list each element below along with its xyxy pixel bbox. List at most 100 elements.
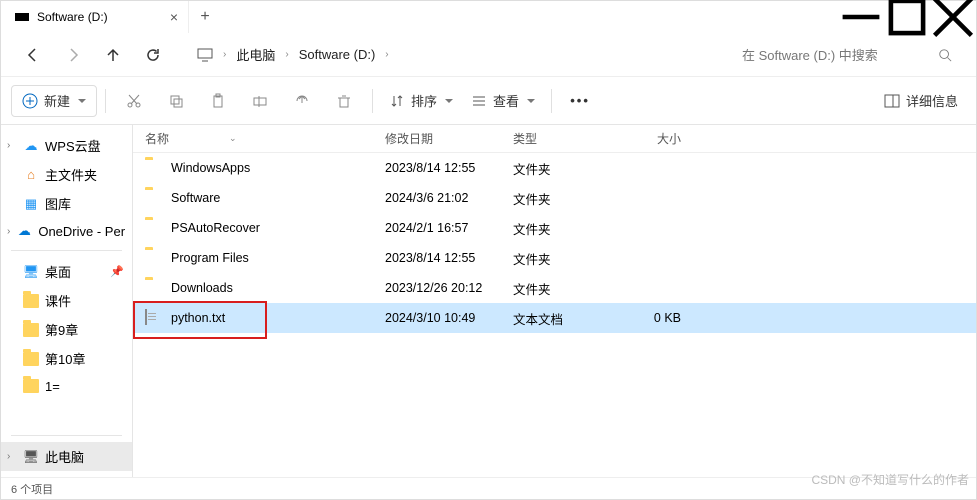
col-name[interactable]: 名称⌄ [145, 130, 385, 147]
close-tab-icon[interactable]: × [170, 9, 178, 25]
plus-circle-icon [22, 93, 38, 109]
refresh-button[interactable] [135, 37, 171, 73]
sidebar-item-folder[interactable]: 第9章 [1, 315, 132, 344]
sidebar-item-pc[interactable]: ›🖥此电脑 [1, 442, 132, 471]
file-type: 文件夹 [513, 189, 621, 208]
delete-button[interactable] [324, 85, 364, 117]
file-icon [145, 310, 163, 326]
maximize-button[interactable] [884, 1, 930, 33]
search-placeholder: 在 Software (D:) 中搜索 [742, 45, 878, 64]
view-button[interactable]: 查看 [463, 85, 543, 117]
file-type: 文件夹 [513, 279, 621, 298]
file-name: python.txt [171, 311, 225, 325]
folder-icon [145, 220, 163, 236]
separator [105, 89, 106, 113]
file-date: 2023/8/14 12:55 [385, 251, 513, 265]
sidebar-item-onedrive[interactable]: ›☁OneDrive - Per [1, 218, 132, 244]
desktop-icon: 🖥 [23, 264, 39, 280]
col-type[interactable]: 类型 [513, 130, 621, 147]
drive-icon [15, 13, 29, 21]
watermark: CSDN @不知道写什么的作者 [811, 471, 969, 488]
folder-icon [23, 322, 39, 338]
new-tab-button[interactable]: + [189, 8, 221, 26]
new-button[interactable]: 新建 [11, 85, 97, 117]
sidebar-item-wps[interactable]: ›☁WPS云盘 [1, 131, 132, 160]
sidebar-item-folder[interactable]: 1= [1, 373, 132, 399]
search-input[interactable]: 在 Software (D:) 中搜索 [732, 39, 962, 71]
sidebar: ›☁WPS云盘 ⌂主文件夹 ▦图库 ›☁OneDrive - Per 🖥桌面📌 … [1, 125, 133, 477]
tab-title: Software (D:) [37, 10, 108, 24]
cut-button[interactable] [114, 85, 154, 117]
view-label: 查看 [493, 91, 519, 110]
file-name: WindowsApps [171, 161, 250, 175]
close-button[interactable] [930, 1, 976, 33]
file-type: 文件夹 [513, 249, 621, 268]
address-bar[interactable]: › 此电脑 › Software (D:) › [185, 39, 401, 71]
sidebar-item-folder[interactable]: 第10章 [1, 344, 132, 373]
sidebar-item-desktop[interactable]: 🖥 桌面 📌 [1, 257, 132, 286]
col-size[interactable]: 大小 [621, 130, 691, 147]
separator [11, 250, 122, 251]
file-date: 2024/3/6 21:02 [385, 191, 513, 205]
share-button[interactable] [282, 85, 322, 117]
sidebar-label: 图库 [45, 194, 71, 213]
chevron-right-icon: › [385, 49, 388, 60]
sidebar-label: 第9章 [45, 320, 78, 339]
col-date[interactable]: 修改日期 [385, 130, 513, 147]
minimize-button[interactable] [838, 1, 884, 33]
folder-icon [23, 293, 39, 309]
table-row[interactable]: python.txt2024/3/10 10:49文本文档0 KB [133, 303, 976, 333]
details-label: 详细信息 [906, 91, 958, 110]
sort-label: 排序 [411, 91, 437, 110]
pin-icon: 📌 [110, 265, 124, 278]
chevron-right-icon: › [223, 49, 226, 60]
sort-indicator-icon: ⌄ [229, 133, 237, 144]
crumb-root[interactable]: 此电脑 [236, 45, 275, 64]
table-row[interactable]: Downloads2023/12/26 20:12文件夹 [133, 273, 976, 303]
folder-icon [23, 378, 39, 394]
search-icon [938, 48, 952, 62]
file-type: 文本文档 [513, 309, 621, 328]
file-type: 文件夹 [513, 159, 621, 178]
file-name: Program Files [171, 251, 249, 265]
sidebar-item-home[interactable]: ⌂主文件夹 [1, 160, 132, 189]
sidebar-label: OneDrive - Per [38, 224, 125, 239]
back-button[interactable] [15, 37, 51, 73]
body: ›☁WPS云盘 ⌂主文件夹 ▦图库 ›☁OneDrive - Per 🖥桌面📌 … [1, 125, 976, 477]
sidebar-item-folder[interactable]: 课件 [1, 286, 132, 315]
table-row[interactable]: Software2024/3/6 21:02文件夹 [133, 183, 976, 213]
rename-button[interactable] [240, 85, 280, 117]
file-date: 2023/8/14 12:55 [385, 161, 513, 175]
folder-icon [145, 160, 163, 176]
view-icon [471, 93, 487, 109]
copy-button[interactable] [156, 85, 196, 117]
paste-button[interactable] [198, 85, 238, 117]
table-row[interactable]: WindowsApps 2023/8/14 12:55文件夹 [133, 153, 976, 183]
crumb-drive[interactable]: Software (D:) [299, 47, 376, 62]
sidebar-label: 桌面 [45, 262, 71, 281]
pc-icon: 🖥 [23, 449, 39, 465]
chevron-right-icon: › [285, 49, 288, 60]
table-row[interactable]: PSAutoRecover 2024/2/1 16:57文件夹 [133, 213, 976, 243]
table-row[interactable]: Program Files 2023/8/14 12:55文件夹 [133, 243, 976, 273]
file-date: 2024/3/10 10:49 [385, 311, 513, 325]
sidebar-label: 课件 [45, 291, 71, 310]
file-type: 文件夹 [513, 219, 621, 238]
file-date: 2024/2/1 16:57 [385, 221, 513, 235]
sort-button[interactable]: 排序 [381, 85, 461, 117]
tab-active[interactable]: Software (D:) × [1, 1, 189, 33]
forward-button[interactable] [55, 37, 91, 73]
sort-icon [389, 93, 405, 109]
window-buttons [838, 1, 976, 33]
monitor-icon [197, 48, 213, 62]
sidebar-item-gallery[interactable]: ▦图库 [1, 189, 132, 218]
sidebar-label: 1= [45, 379, 60, 394]
more-button[interactable]: ••• [560, 85, 600, 117]
file-date: 2023/12/26 20:12 [385, 281, 513, 295]
separator [11, 435, 122, 436]
sidebar-label: 此电脑 [45, 447, 84, 466]
details-pane-button[interactable]: 详细信息 [876, 85, 966, 117]
file-name: PSAutoRecover [171, 221, 260, 235]
up-button[interactable] [95, 37, 131, 73]
new-label: 新建 [44, 91, 70, 110]
